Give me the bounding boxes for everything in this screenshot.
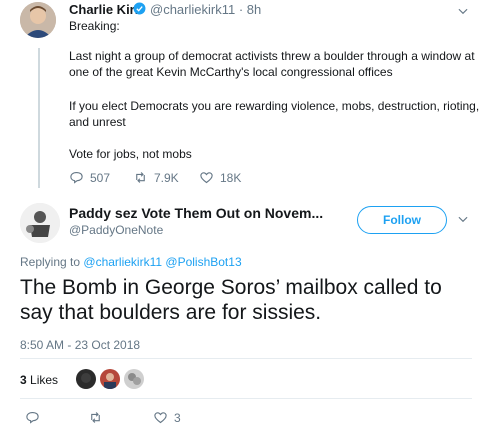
heart-icon xyxy=(200,172,213,184)
tweet-text-line: Last night a group of democrat activists… xyxy=(69,49,475,63)
chevron-down-icon[interactable] xyxy=(456,212,470,226)
liker-avatar[interactable] xyxy=(76,369,96,389)
divider xyxy=(20,358,472,359)
thread-line xyxy=(38,48,40,188)
likes-summary[interactable]: 3 Likes xyxy=(20,373,58,387)
reply-icon xyxy=(26,411,39,424)
like-count: 18K xyxy=(220,170,242,185)
retweet-button[interactable] xyxy=(88,410,103,425)
author-name[interactable]: Paddy sez Vote Them Out on Novem... xyxy=(69,205,323,221)
tweet-text-line: The Bomb in George Soros’ mailbox called… xyxy=(20,276,442,299)
reply-button[interactable] xyxy=(25,410,40,425)
retweet-icon xyxy=(136,172,145,183)
tweet-timestamp[interactable]: 8:50 AM - 23 Oct 2018 xyxy=(20,338,140,352)
author-name[interactable]: Charlie Kirk xyxy=(69,2,142,17)
tweet-text-line: and unrest xyxy=(69,115,126,129)
replying-prefix: Replying to xyxy=(20,255,81,269)
reply-count: 507 xyxy=(90,170,111,185)
retweet-count: 7.9K xyxy=(154,170,179,185)
liker-avatar[interactable] xyxy=(100,369,120,389)
mention-link[interactable]: @PolishBot13 xyxy=(165,255,241,269)
likes-number: 3 xyxy=(20,373,27,387)
avatar[interactable] xyxy=(20,2,56,38)
avatar[interactable] xyxy=(20,203,60,243)
follow-button[interactable]: Follow xyxy=(357,206,447,234)
like-count: 3 xyxy=(174,410,181,425)
like-button[interactable]: 3 xyxy=(153,410,181,425)
chevron-down-icon[interactable] xyxy=(456,4,470,18)
author-handle[interactable]: @PaddyOneNote xyxy=(69,223,163,237)
tweet-text-line: If you elect Democrats you are rewarding… xyxy=(69,99,480,113)
heart-icon xyxy=(154,412,167,424)
mention-link[interactable]: @charliekirk11 xyxy=(83,255,162,269)
liker-avatar[interactable] xyxy=(124,369,144,389)
reply-icon xyxy=(70,171,83,184)
tweet-text-line: one of the great Kevin McCarthy's local … xyxy=(69,65,393,79)
tweet-text-line: say that boulders are for sissies. xyxy=(20,301,322,324)
tweet-text: The Bomb in George Soros’ mailbox called… xyxy=(20,275,470,325)
divider xyxy=(20,398,472,399)
reply-button[interactable]: 507 xyxy=(69,170,110,185)
author-handle[interactable]: @charliekirk11 xyxy=(150,2,235,17)
tweet-text-line: Vote for jobs, not mobs xyxy=(69,147,192,161)
tweet-text-breaking: Breaking: xyxy=(69,19,120,33)
retweet-button[interactable]: 7.9K xyxy=(133,170,179,185)
tweet-time[interactable]: · 8h xyxy=(239,2,261,17)
retweet-icon xyxy=(91,412,100,423)
verified-icon xyxy=(133,2,146,15)
replying-to: Replying to @charliekirk11 @PolishBot13 xyxy=(20,255,242,269)
like-button[interactable]: 18K xyxy=(199,170,241,185)
likes-label: Likes xyxy=(30,373,59,387)
